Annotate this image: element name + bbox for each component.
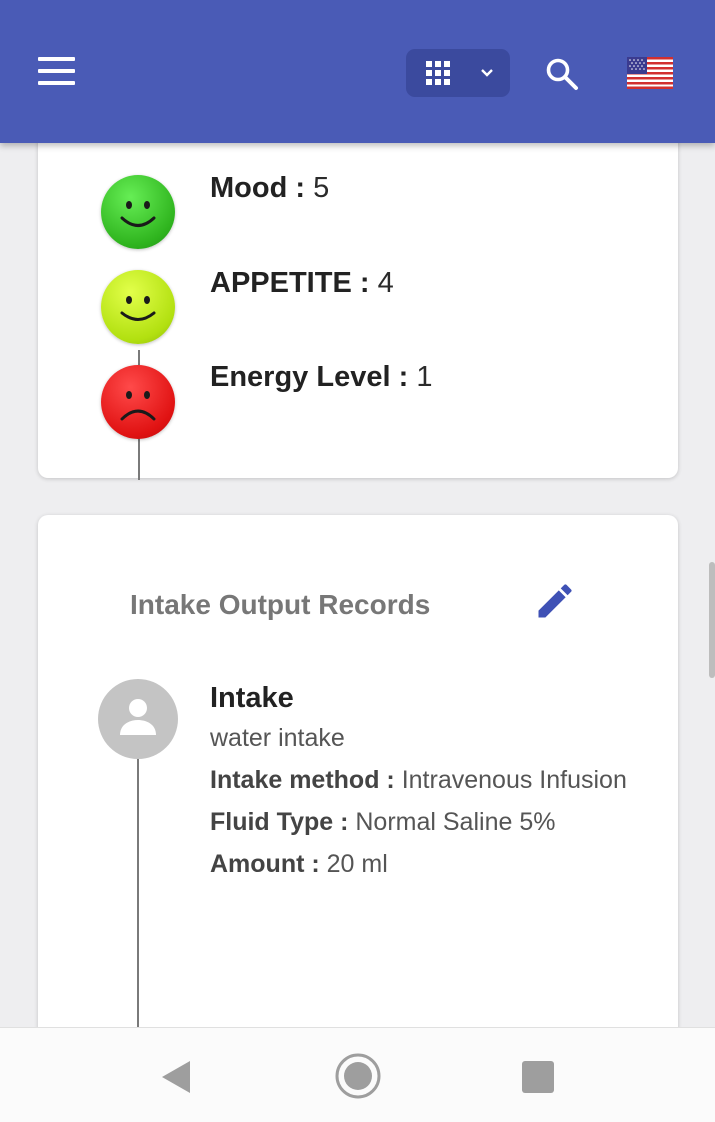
app-bar: [0, 0, 715, 143]
energy-level-label: Energy Level: [210, 361, 391, 393]
recents-square-icon[interactable]: [522, 1061, 554, 1093]
person-avatar-icon: [98, 679, 178, 759]
system-nav-bar: [0, 1027, 715, 1122]
appetite-label: APPETITE: [210, 267, 352, 299]
intake-method-row: Intake method : Intravenous Infusion: [210, 759, 650, 801]
fluid-type-label: Fluid Type :: [210, 808, 349, 836]
mood-separator: :: [287, 172, 314, 204]
intake-output-card: Intake Output Records Intake water intak…: [38, 515, 678, 1079]
record-description: water intake: [210, 724, 345, 752]
scrollbar[interactable]: [709, 562, 715, 678]
pencil-edit-icon[interactable]: [533, 579, 577, 623]
apps-switcher-button[interactable]: [406, 49, 510, 97]
happy-face-icon: [101, 175, 175, 249]
amount-label: Amount :: [210, 850, 320, 878]
hamburger-menu-icon[interactable]: [38, 57, 78, 89]
home-circle-icon[interactable]: [334, 1052, 382, 1100]
fluid-type-row: Fluid Type : Normal Saline 5%: [210, 801, 650, 843]
amount-row: Amount : 20 ml: [210, 843, 650, 885]
grid-apps-icon: [426, 61, 450, 85]
record-title: Intake: [210, 682, 294, 714]
amount-value: 20 ml: [326, 850, 388, 878]
mood-card: Mood : 5 APPETITE : 4 Energy Level : 1: [38, 120, 678, 480]
appetite-item: APPETITE : 4: [210, 267, 394, 300]
back-triangle-icon[interactable]: [160, 1060, 192, 1094]
intake-method-value: Intravenous Infusion: [401, 766, 627, 794]
section-title: Intake Output Records: [130, 589, 431, 620]
mood-item: Mood : 5: [210, 172, 329, 205]
us-flag-icon[interactable]: [627, 57, 673, 89]
search-icon[interactable]: [544, 56, 580, 92]
appetite-separator: :: [351, 267, 378, 299]
intake-record: Intake water intake Intake method : Intr…: [210, 679, 650, 885]
intake-method-label: Intake method :: [210, 766, 395, 794]
fluid-type-value: Normal Saline 5%: [355, 808, 556, 836]
energy-level-value: 1: [416, 361, 433, 393]
mood-value: 5: [313, 172, 330, 204]
appetite-value: 4: [377, 267, 394, 299]
happy-face-icon: [101, 270, 175, 344]
energy-level-separator: :: [390, 361, 417, 393]
sad-face-icon: [101, 365, 175, 439]
mood-label: Mood: [210, 172, 288, 204]
chevron-down-icon: [481, 69, 493, 77]
energy-level-item: Energy Level : 1: [210, 361, 432, 394]
